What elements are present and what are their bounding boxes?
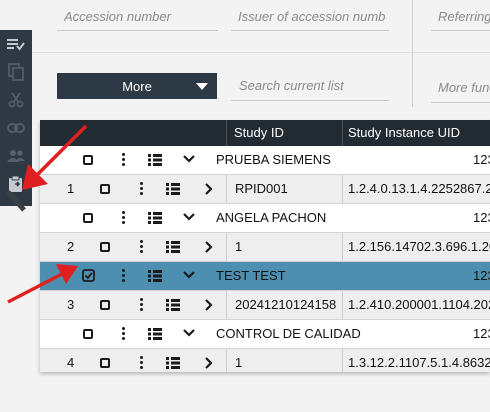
patient-group-row[interactable]: ANGELA PACHON 123	[40, 204, 490, 233]
column-header-study-instance-uid[interactable]: Study Instance UID	[348, 125, 460, 140]
kebab-menu-icon[interactable]	[140, 240, 144, 254]
chevron-right-icon[interactable]	[205, 183, 213, 195]
checkbox-icon[interactable]	[83, 329, 93, 339]
patient-group-row[interactable]: CONTROL DE CALIDAD 123	[40, 320, 490, 349]
list-icon[interactable]	[166, 357, 180, 369]
chevron-down-icon[interactable]	[183, 155, 195, 163]
study-uid-cell: 1.2.156.14702.3.696.1.20	[348, 239, 490, 254]
truncated-cell: 123	[473, 152, 490, 167]
study-uid-cell: 1.2.4.0.13.1.4.2252867.20	[348, 181, 490, 196]
chevron-right-icon[interactable]	[205, 241, 213, 253]
annotation-arrow-toolbar	[22, 124, 88, 190]
kebab-menu-icon[interactable]	[122, 211, 126, 225]
list-icon[interactable]	[148, 328, 162, 340]
chevron-right-icon[interactable]	[205, 299, 213, 311]
cell-divider	[342, 349, 343, 372]
header-divider	[342, 120, 343, 146]
list-icon[interactable]	[148, 212, 162, 224]
study-uid-cell: 1.2.410.200001.1104.202	[348, 297, 490, 312]
study-row[interactable]: 2 1 1.2.156.14702.3.696.1.20	[40, 233, 490, 262]
more-functions-underline	[431, 102, 490, 103]
accession-number-input[interactable]: Accession number	[64, 9, 214, 24]
checkbox-icon[interactable]	[100, 184, 110, 194]
checkbox-icon[interactable]	[83, 213, 93, 223]
patient-name: ANGELA PACHON	[216, 210, 327, 225]
patient-name: PRUEBA SIEMENS	[216, 152, 331, 167]
checkbox-icon[interactable]	[100, 242, 110, 252]
list-icon[interactable]	[166, 241, 180, 253]
study-id-cell: 1	[235, 355, 243, 370]
copy-icon[interactable]	[0, 58, 32, 86]
list-icon[interactable]	[148, 270, 162, 282]
chevron-down-icon[interactable]	[183, 213, 195, 221]
study-id-cell: RPID001	[235, 181, 288, 196]
cell-divider	[226, 291, 227, 319]
truncated-cell: 123	[473, 326, 490, 341]
kebab-menu-icon[interactable]	[122, 153, 126, 167]
chevron-down-icon	[196, 83, 208, 90]
study-row[interactable]: 4 1 1.3.12.2.1107.5.1.4.86321	[40, 349, 490, 372]
referring-physician-input[interactable]: Referring	[438, 9, 490, 24]
checkbox-icon[interactable]	[100, 300, 110, 310]
table-header: Study ID Study Instance UID	[40, 120, 490, 146]
study-id-cell: 20241210124158	[235, 297, 337, 312]
row-index: 4	[67, 355, 75, 370]
more-functions-input[interactable]: More func	[438, 80, 490, 95]
patient-group-row-selected[interactable]: TEST TEST 123	[40, 262, 490, 291]
referring-underline	[431, 30, 490, 31]
column-header-study-id[interactable]: Study ID	[234, 125, 284, 140]
kebab-menu-icon[interactable]	[140, 356, 144, 370]
checkbox-icon[interactable]	[100, 358, 110, 368]
cell-divider	[342, 175, 343, 203]
search-underline	[231, 100, 389, 101]
kebab-menu-icon[interactable]	[122, 327, 126, 341]
study-id-cell: 1	[235, 239, 243, 254]
chevron-down-icon[interactable]	[183, 271, 195, 279]
more-dropdown-button[interactable]: More	[57, 73, 217, 99]
list-icon[interactable]	[148, 154, 162, 166]
truncated-cell: 123	[473, 268, 490, 283]
filter-row-separator	[0, 52, 490, 53]
kebab-menu-icon[interactable]	[140, 298, 144, 312]
cell-divider	[342, 233, 343, 261]
search-current-list-input[interactable]: Search current list	[239, 78, 389, 93]
cell-divider	[226, 349, 227, 372]
filter-divider	[412, 0, 413, 52]
more-button-label: More	[122, 79, 152, 94]
scissors-icon[interactable]	[0, 86, 32, 114]
study-row[interactable]: 1 RPID001 1.2.4.0.13.1.4.2252867.20	[40, 175, 490, 204]
study-uid-cell: 1.3.12.2.1107.5.1.4.86321	[348, 355, 490, 370]
filter-divider-2	[412, 52, 413, 107]
cell-divider	[226, 175, 227, 203]
list-icon[interactable]	[166, 299, 180, 311]
cell-divider	[342, 291, 343, 319]
kebab-menu-icon[interactable]	[140, 182, 144, 196]
accession-number-underline	[57, 30, 218, 31]
patient-name: CONTROL DE CALIDAD	[216, 326, 361, 341]
header-divider	[226, 120, 227, 146]
cell-divider	[226, 233, 227, 261]
study-row[interactable]: 3 20241210124158 1.2.410.200001.1104.202	[40, 291, 490, 320]
patient-group-row[interactable]: PRUEBA SIEMENS 123	[40, 146, 490, 175]
patient-name: TEST TEST	[216, 268, 286, 283]
annotation-arrow-checkbox	[7, 264, 78, 304]
list-icon[interactable]	[166, 183, 180, 195]
kebab-menu-icon[interactable]	[122, 269, 126, 283]
issuer-underline	[231, 30, 389, 31]
worklist-icon[interactable]	[0, 30, 32, 58]
study-list-table: Study ID Study Instance UID PRUEBA SIEME…	[40, 120, 490, 372]
row-index: 2	[67, 239, 75, 254]
chevron-down-icon[interactable]	[183, 329, 195, 337]
chevron-right-icon[interactable]	[205, 357, 213, 369]
truncated-cell: 123	[473, 210, 490, 225]
checked-checkbox-icon[interactable]	[82, 269, 95, 282]
issuer-of-accession-input[interactable]: Issuer of accession numbe	[238, 9, 386, 24]
